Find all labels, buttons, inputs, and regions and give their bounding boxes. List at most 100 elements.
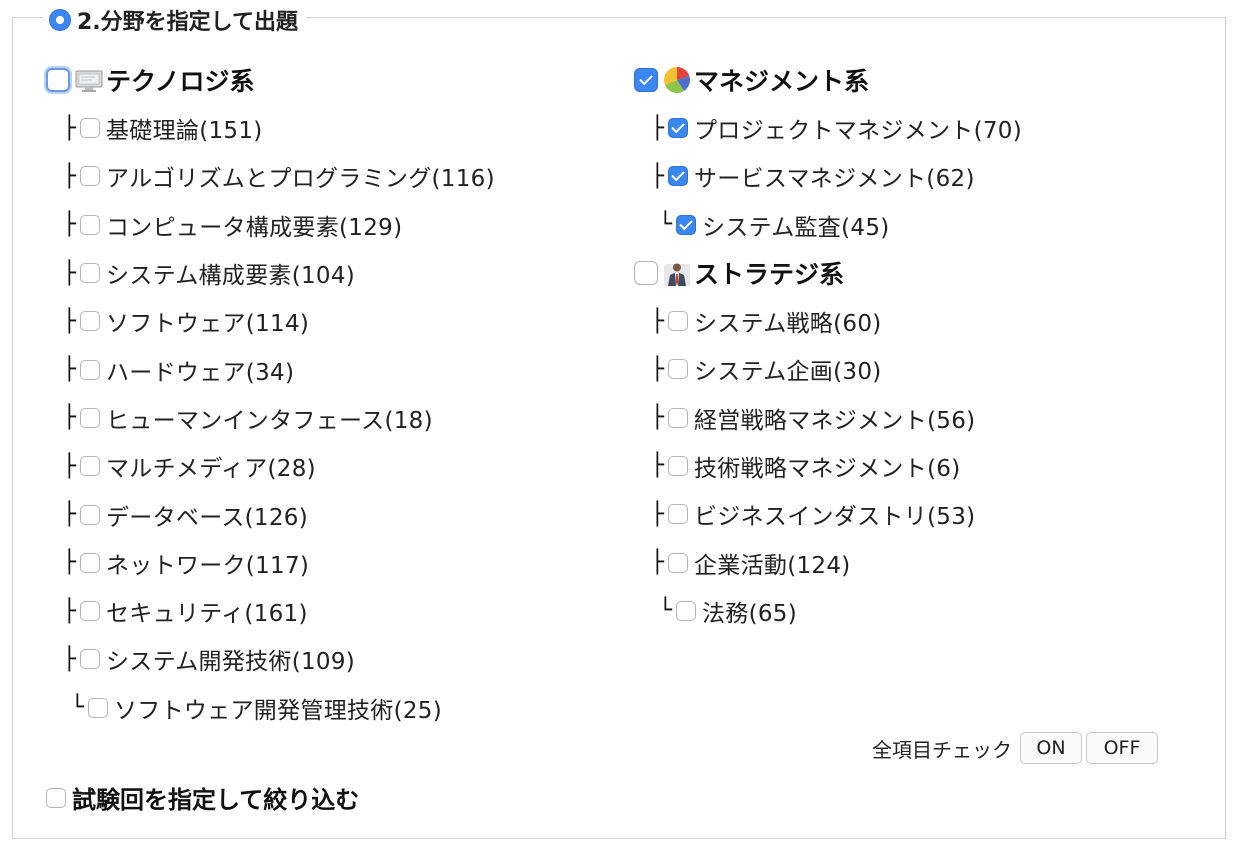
check-all-on-button[interactable]: ON	[1020, 732, 1082, 764]
subcategory-row[interactable]: ├ セキュリティ(161)	[46, 587, 495, 635]
category-management[interactable]: マネジメント系	[634, 56, 1022, 104]
subcategory-label: プロジェクトマネジメント(70)	[694, 118, 1023, 145]
subcategory-row[interactable]: ├ ネットワーク(117)	[46, 539, 495, 587]
subcategory-row[interactable]: ├ 技術戦略マネジメント(6)	[634, 442, 1022, 490]
tree-branch: ├	[650, 356, 664, 382]
subcategory-row[interactable]: ├ アルゴリズムとプログラミング(116)	[46, 152, 495, 200]
subcategory-label: マルチメディア(28)	[106, 456, 316, 483]
subcategory-row[interactable]: └ 法務(65)	[634, 587, 1022, 635]
subcategory-checkbox[interactable]	[668, 407, 688, 428]
subcategory-label: 基礎理論(151)	[106, 118, 263, 145]
tree-branch: ├	[650, 163, 664, 189]
subcategory-row[interactable]: ├ システム構成要素(104)	[46, 249, 495, 297]
subcategory-checkbox[interactable]	[668, 504, 688, 525]
subcategory-label: ネットワーク(117)	[106, 552, 310, 579]
subcategory-checkbox[interactable]	[668, 118, 688, 139]
tree-branch: ├	[62, 502, 76, 528]
subcategory-checkbox[interactable]	[80, 504, 100, 525]
check-all-controls: 全項目チェック ON OFF	[872, 732, 1158, 764]
tree-branch: ├	[650, 550, 664, 576]
exam-filter-label: 試験回を指定して絞り込む	[72, 786, 360, 814]
subcategory-row[interactable]: ├ プロジェクトマネジメント(70)	[634, 104, 1022, 152]
subcategory-checkbox[interactable]	[80, 166, 100, 187]
subcategory-row[interactable]: ├ マルチメディア(28)	[46, 442, 495, 490]
tree-branch: └	[70, 695, 84, 721]
subcategory-checkbox[interactable]	[88, 697, 108, 718]
field-mode-radio[interactable]	[49, 9, 71, 31]
subcategory-label: 企業活動(124)	[694, 552, 851, 579]
subcategory-checkbox[interactable]	[80, 456, 100, 477]
legend-title: 2.分野を指定して出題	[77, 10, 299, 35]
tree-branch: ├	[62, 260, 76, 286]
pie-chart-icon	[662, 65, 692, 95]
subcategory-checkbox[interactable]	[80, 649, 100, 670]
subcategory-checkbox[interactable]	[80, 263, 100, 284]
subcategory-row[interactable]: ├ サービスマネジメント(62)	[634, 152, 1022, 200]
category-technology[interactable]: テクノロジ系	[46, 56, 495, 104]
strategy-label: ストラテジ系	[694, 259, 845, 289]
exam-filter[interactable]: 試験回を指定して絞り込む	[46, 780, 359, 815]
management-strategy-column: マネジメント系 ├ プロジェクトマネジメント(70) ├ サービスマネジメント(62)…	[634, 56, 1022, 635]
monitor-icon	[74, 65, 104, 95]
subcategory-checkbox[interactable]	[80, 214, 100, 235]
subcategory-row[interactable]: └ システム監査(45)	[634, 201, 1022, 249]
subcategory-label: システム企画(30)	[694, 359, 882, 386]
tree-branch: ├	[62, 357, 76, 383]
tree-branch: ├	[62, 405, 76, 431]
subcategory-label: ソフトウェア開発管理技術(25)	[114, 697, 443, 724]
subcategory-checkbox[interactable]	[80, 552, 100, 573]
subcategory-label: セキュリティ(161)	[106, 601, 308, 628]
technology-label: テクノロジ系	[106, 67, 255, 96]
subcategory-row[interactable]: ├ システム戦略(60)	[634, 297, 1022, 345]
subcategory-checkbox[interactable]	[668, 359, 688, 380]
technology-checkbox[interactable]	[46, 68, 70, 92]
subcategory-checkbox[interactable]	[80, 407, 100, 428]
subcategory-row[interactable]: ├ ソフトウェア(114)	[46, 297, 495, 345]
subcategory-row[interactable]: ├ ハードウェア(34)	[46, 345, 495, 393]
category-strategy[interactable]: ストラテジ系	[634, 249, 1022, 297]
subcategory-checkbox[interactable]	[80, 311, 100, 332]
tree-branch: ├	[650, 453, 664, 479]
subcategory-checkbox[interactable]	[668, 455, 688, 476]
tree-branch: ├	[650, 308, 664, 334]
subcategory-row[interactable]: ├ ヒューマンインタフェース(18)	[46, 394, 495, 442]
tree-branch: ├	[62, 550, 76, 576]
subcategory-checkbox[interactable]	[676, 214, 696, 235]
tree-branch: ├	[62, 598, 76, 624]
subcategory-checkbox[interactable]	[80, 601, 100, 622]
subcategory-row[interactable]: ├ データベース(126)	[46, 490, 495, 538]
exam-filter-checkbox[interactable]	[46, 787, 66, 808]
management-checkbox[interactable]	[634, 68, 658, 92]
businessman-icon	[662, 258, 692, 288]
technology-column: テクノロジ系 ├ 基礎理論(151) ├ アルゴリズムとプログラミング(116) ├ コン…	[46, 56, 495, 732]
subcategory-label: システム開発技術(109)	[106, 649, 356, 676]
subcategory-row[interactable]: ├ コンピュータ構成要素(129)	[46, 201, 495, 249]
subcategory-row[interactable]: └ ソフトウェア開発管理技術(25)	[46, 684, 495, 732]
subcategory-checkbox[interactable]	[668, 166, 688, 187]
subcategory-checkbox[interactable]	[668, 311, 688, 332]
tree-branch: ├	[62, 453, 76, 479]
subcategory-row[interactable]: ├ 経営戦略マネジメント(56)	[634, 393, 1022, 441]
subcategory-label: システム構成要素(104)	[106, 263, 356, 290]
check-all-off-button[interactable]: OFF	[1086, 732, 1158, 764]
subcategory-row[interactable]: ├ システム開発技術(109)	[46, 635, 495, 683]
subcategory-checkbox[interactable]	[676, 600, 696, 621]
check-all-label: 全項目チェック	[872, 737, 1012, 762]
subcategory-label: ヒューマンインタフェース(18)	[106, 407, 433, 434]
subcategory-row[interactable]: ├ 基礎理論(151)	[46, 104, 495, 152]
tree-branch: ├	[62, 308, 76, 334]
field-legend[interactable]: 2.分野を指定して出題	[43, 4, 307, 36]
subcategory-label: 法務(65)	[702, 600, 798, 627]
subcategory-row[interactable]: ├ システム企画(30)	[634, 345, 1022, 393]
subcategory-row[interactable]: ├ ビジネスインダストリ(53)	[634, 490, 1022, 538]
management-label: マネジメント系	[694, 67, 870, 96]
subcategory-label: 経営戦略マネジメント(56)	[694, 407, 976, 434]
subcategory-label: サービスマネジメント(62)	[694, 166, 975, 193]
strategy-checkbox[interactable]	[634, 260, 658, 285]
subcategory-checkbox[interactable]	[80, 359, 100, 380]
subcategory-checkbox[interactable]	[668, 552, 688, 573]
subcategory-row[interactable]: ├ 企業活動(124)	[634, 538, 1022, 586]
subcategory-label: ハードウェア(34)	[106, 359, 295, 386]
subcategory-label: データベース(126)	[106, 504, 308, 531]
subcategory-checkbox[interactable]	[80, 118, 100, 139]
